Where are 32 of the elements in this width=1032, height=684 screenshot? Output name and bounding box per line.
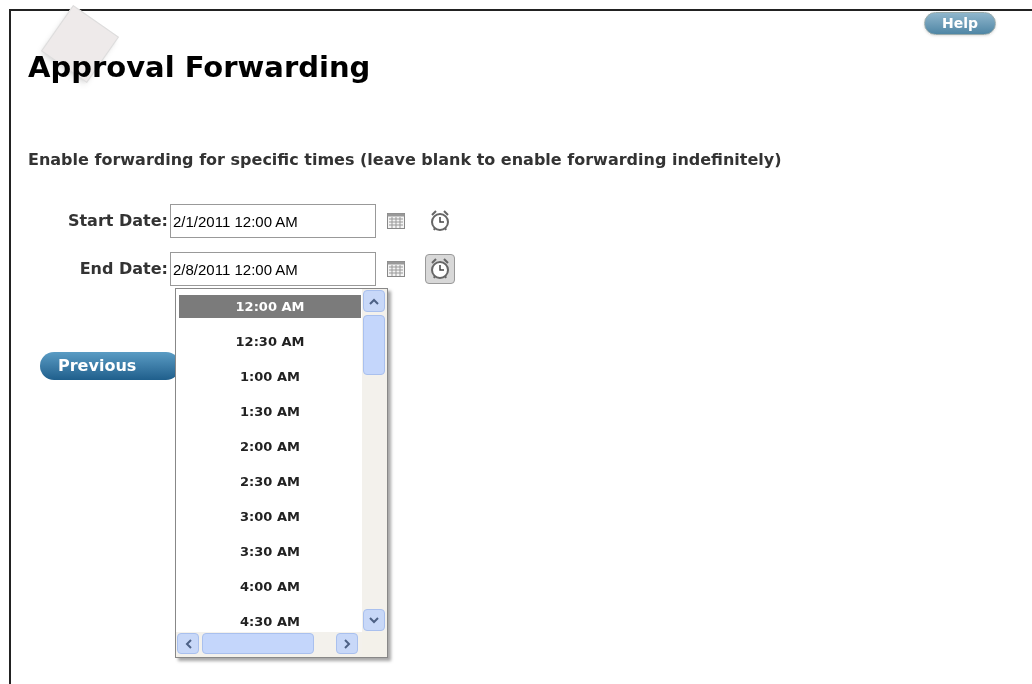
alarm-clock-icon (428, 257, 452, 281)
calendar-icon[interactable] (387, 261, 405, 277)
time-option[interactable]: 3:00 AM (179, 505, 361, 528)
calendar-icon[interactable] (387, 213, 405, 229)
time-option[interactable]: 2:30 AM (179, 470, 361, 493)
date-time-field[interactable]: 2/1/2011 12:00 AM (170, 204, 376, 238)
field-label: End Date: (78, 258, 169, 280)
time-option[interactable]: 2:00 AM (179, 435, 361, 458)
caret-right-icon (343, 638, 351, 649)
date-time-field[interactable]: 2/8/2011 12:00 AM (170, 252, 376, 286)
scroll-up-button[interactable] (363, 290, 385, 312)
time-option[interactable]: 1:00 AM (179, 365, 361, 388)
scroll-down-button[interactable] (363, 609, 385, 631)
time-option[interactable]: 3:30 AM (179, 540, 361, 563)
time-option[interactable]: 4:00 AM (179, 575, 361, 598)
time-option[interactable]: 4:30 AM (179, 610, 361, 633)
vertical-scrollbar[interactable] (362, 289, 386, 632)
instruction-text: Enable forwarding for specific times (leave blank to enable forwarding indefinitely) (28, 149, 782, 171)
page-title: Approval Forwarding (28, 49, 371, 86)
scroll-left-button[interactable] (177, 633, 199, 654)
caret-up-icon (369, 297, 379, 305)
time-option[interactable]: 12:30 AM (179, 330, 361, 353)
scroll-thumb[interactable] (363, 315, 385, 375)
alarm-clock-icon (428, 209, 452, 233)
time-picker-button[interactable] (425, 254, 455, 284)
scroll-thumb[interactable] (202, 633, 314, 654)
time-option[interactable]: 12:00 AM (179, 295, 361, 318)
caret-down-icon (369, 616, 379, 624)
scroll-right-button[interactable] (336, 633, 358, 654)
caret-left-icon (184, 638, 192, 649)
field-label: Start Date: (66, 210, 169, 232)
time-option[interactable]: 1:30 AM (179, 400, 361, 423)
